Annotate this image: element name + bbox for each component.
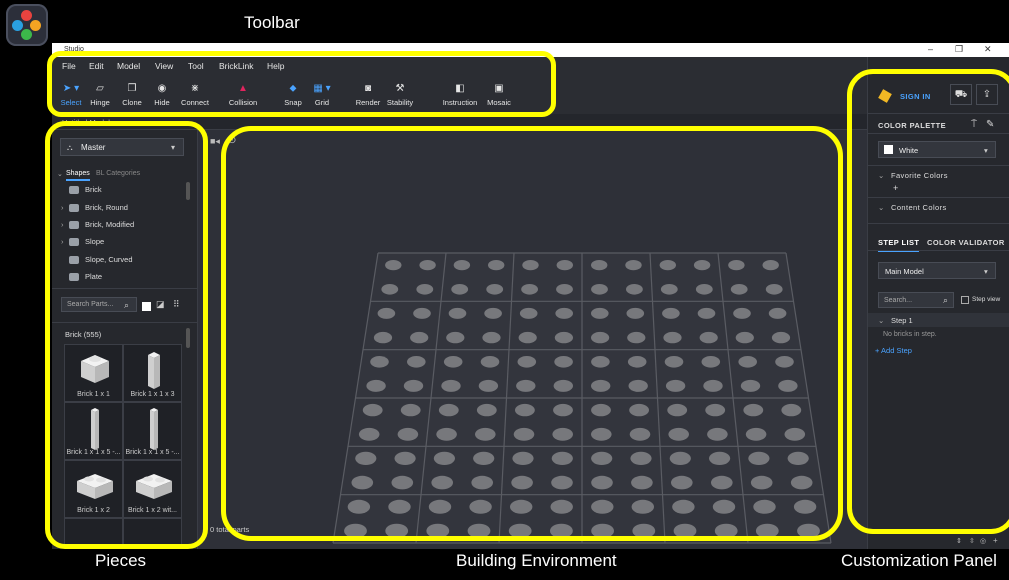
expand-all-icon[interactable]: ⇳ — [969, 537, 975, 545]
customization-panel-caption: Customization Panel — [841, 551, 997, 570]
app-logo-icon — [6, 4, 48, 46]
toolbar-caption: Toolbar — [244, 13, 300, 32]
add-icon[interactable]: + — [993, 536, 998, 545]
minimize-button[interactable]: – — [928, 44, 933, 54]
toolbar-highlight — [47, 51, 556, 117]
hide-steps-icon[interactable]: ◎ — [980, 537, 986, 545]
collapse-all-icon[interactable]: ⇕ — [956, 537, 962, 545]
building-environment-highlight — [221, 126, 843, 541]
restore-button[interactable]: ❐ — [955, 44, 963, 55]
pieces-highlight — [45, 121, 208, 549]
building-environment-caption: Building Environment — [456, 551, 617, 570]
close-button[interactable]: ✕ — [984, 44, 992, 55]
pieces-caption: Pieces — [95, 551, 147, 570]
customization-panel-highlight — [847, 69, 1009, 534]
